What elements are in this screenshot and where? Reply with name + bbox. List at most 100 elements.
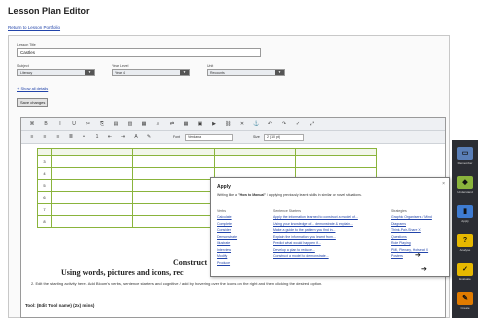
table-cell[interactable] xyxy=(50,203,134,216)
strategy-link[interactable]: PMI, Plenary, Hotseat X xyxy=(391,248,428,252)
table-header-cell xyxy=(294,148,378,156)
image-icon[interactable]: ▣ xyxy=(197,121,203,127)
activity-instruction: 2. Edit the starting activity here. Add … xyxy=(31,281,323,286)
popup-intro: Writing like a "How to Manual" / applyin… xyxy=(217,193,445,198)
spellcheck-icon[interactable]: ✓ xyxy=(295,121,301,127)
highlight-icon[interactable]: ✎ xyxy=(146,134,152,140)
align-center-icon[interactable]: ≡ xyxy=(42,134,48,140)
table-cell[interactable] xyxy=(132,155,215,168)
fullscreen-icon[interactable]: ⤢ xyxy=(309,121,315,127)
show-all-details-link[interactable]: + Show all details xyxy=(17,86,48,91)
rail-button-understand[interactable]: ◆ Understand xyxy=(454,173,476,199)
number-list-icon[interactable]: 1 xyxy=(94,134,100,140)
align-left-icon[interactable]: ≡ xyxy=(29,134,35,140)
strategy-link[interactable]: Diagrams xyxy=(391,222,406,226)
verb-link[interactable]: Calculate xyxy=(217,215,232,219)
sentence-starter-link[interactable]: Make a guide to the pattern you find in.… xyxy=(273,228,335,232)
strategy-link[interactable]: Posters xyxy=(391,254,403,258)
popup-intro-bold: "How to Manual" xyxy=(237,193,266,197)
strategy-link[interactable]: Think-Pair-Share X xyxy=(391,228,421,232)
return-to-portfolio-link[interactable]: Return to Lesson Portfolio xyxy=(8,25,60,30)
subject-label: Subject xyxy=(17,64,29,68)
bold-icon[interactable]: B xyxy=(43,121,49,127)
table-cell[interactable] xyxy=(132,179,215,192)
underline-icon[interactable]: U xyxy=(71,121,77,127)
table-icon[interactable]: ▦ xyxy=(183,121,189,127)
bullet-list-icon[interactable]: • xyxy=(81,134,87,140)
strategy-link[interactable]: Role Playing xyxy=(391,241,411,245)
code-icon[interactable]: ⌘ xyxy=(29,121,35,127)
rail-button-analyse[interactable]: ? Analyse xyxy=(454,231,476,257)
rail-button-create[interactable]: ✎ Create xyxy=(454,289,476,315)
undo-icon[interactable]: ↶ xyxy=(267,121,273,127)
sentence-starter-link[interactable]: Predict what would happen if... xyxy=(273,241,321,245)
sentence-starter-link[interactable]: Construct a model to demonstrate... xyxy=(273,254,329,258)
align-right-icon[interactable]: ≡ xyxy=(55,134,61,140)
rail-button-remember[interactable]: ▭ Remember xyxy=(454,144,476,170)
rail-button-evaluate[interactable]: ✓ Evaluate xyxy=(454,260,476,286)
tool-label: Tool: (Edit Tool name) (2x) mins) xyxy=(25,303,95,308)
verb-link[interactable]: Demonstrate xyxy=(217,235,237,239)
unlink-icon[interactable]: ✕ xyxy=(239,121,245,127)
sentence-starter-link[interactable]: Using your knowledge of... demonstrate &… xyxy=(273,222,353,226)
cut-icon[interactable]: ✂ xyxy=(85,121,91,127)
anchor-icon[interactable]: ⚓ xyxy=(253,121,259,127)
rail-caption: Apply xyxy=(461,219,469,223)
verb-link[interactable]: Illustrate xyxy=(217,241,230,245)
table-cell[interactable] xyxy=(294,155,378,168)
save-changes-button[interactable]: Save changes xyxy=(17,98,49,107)
sentence-starter-link[interactable]: Apply the information learned to constru… xyxy=(273,215,358,219)
verb-link[interactable]: Consider xyxy=(217,228,231,232)
table-cell[interactable] xyxy=(132,203,215,216)
font-select[interactable]: Verdana xyxy=(185,134,233,141)
subject-select-value: Literacy xyxy=(20,71,33,75)
rail-button-apply[interactable]: ▮ Apply xyxy=(454,202,476,228)
text-color-icon[interactable]: A xyxy=(133,134,139,140)
table-cell[interactable] xyxy=(50,215,134,228)
paste-word-icon[interactable]: ▦ xyxy=(141,121,147,127)
table-cell[interactable] xyxy=(50,179,134,192)
redo-icon[interactable]: ↷ xyxy=(281,121,287,127)
verb-link[interactable]: Complete xyxy=(217,222,232,226)
rail-caption: Remember xyxy=(457,161,473,165)
table-row: 3 xyxy=(37,155,378,168)
verb-link[interactable]: Produce xyxy=(217,261,230,265)
table-cell[interactable] xyxy=(50,191,134,204)
verb-link[interactable]: Modify xyxy=(217,254,227,258)
rail-caption: Evaluate xyxy=(459,277,471,281)
table-cell[interactable] xyxy=(132,167,215,180)
italic-icon[interactable]: I xyxy=(57,121,63,127)
year-level-select[interactable]: Year 4 ▼ xyxy=(112,69,190,76)
replace-icon[interactable]: ⇄ xyxy=(169,121,175,127)
table-cell[interactable] xyxy=(50,167,134,180)
paste-icon[interactable]: ▤ xyxy=(113,121,119,127)
strategy-link[interactable]: Questions xyxy=(391,235,407,239)
blooms-side-rail: ▭ Remember ◆ Understand ▮ Apply ? Analyse ✓ Evalu… xyxy=(452,140,478,318)
table-cell[interactable] xyxy=(132,191,215,204)
editor-toolbar-row-1: ⌘ B I U ✂ ⎘ ▤ ▥ ▦ ⌕ ⇄ ▦ ▣ ▶ ⛓ ✕ ⚓ ↶ ↷ ✓ ⤢ xyxy=(21,118,445,131)
verb-link[interactable]: Interview xyxy=(217,248,231,252)
paste-text-icon[interactable]: ▥ xyxy=(127,121,133,127)
subject-select[interactable]: Literacy ▼ xyxy=(17,69,95,76)
table-cell[interactable] xyxy=(213,155,296,168)
unit-select[interactable]: Recounts ▼ xyxy=(207,69,285,76)
sentence-starter-link[interactable]: Develop a plan to reduce... xyxy=(273,248,315,252)
lesson-title-input[interactable]: Castles xyxy=(17,48,261,57)
outdent-icon[interactable]: ⇤ xyxy=(107,134,113,140)
indent-icon[interactable]: ⇥ xyxy=(120,134,126,140)
copy-icon[interactable]: ⎘ xyxy=(99,121,105,127)
popup-intro-suffix: / applying previously learnt skills in s… xyxy=(265,193,362,197)
chevron-down-icon: ▼ xyxy=(85,70,94,75)
table-cell[interactable] xyxy=(132,215,215,228)
lesson-title-label: Lesson Title xyxy=(17,43,36,47)
size-select[interactable]: 2 (10 pt) xyxy=(264,134,304,141)
sentence-starter-link[interactable]: Explain the information you learnt from.… xyxy=(273,235,336,239)
strategy-link[interactable]: Graphic Organisers / Mind xyxy=(391,215,432,219)
find-icon[interactable]: ⌕ xyxy=(155,121,161,127)
close-icon[interactable]: × xyxy=(442,181,445,187)
table-cell[interactable] xyxy=(50,155,134,168)
link-icon[interactable]: ⛓ xyxy=(225,121,231,127)
starters-column-header: Sentence Starters xyxy=(273,209,302,213)
justify-icon[interactable]: ≣ xyxy=(68,134,74,140)
media-icon[interactable]: ▶ xyxy=(211,121,217,127)
